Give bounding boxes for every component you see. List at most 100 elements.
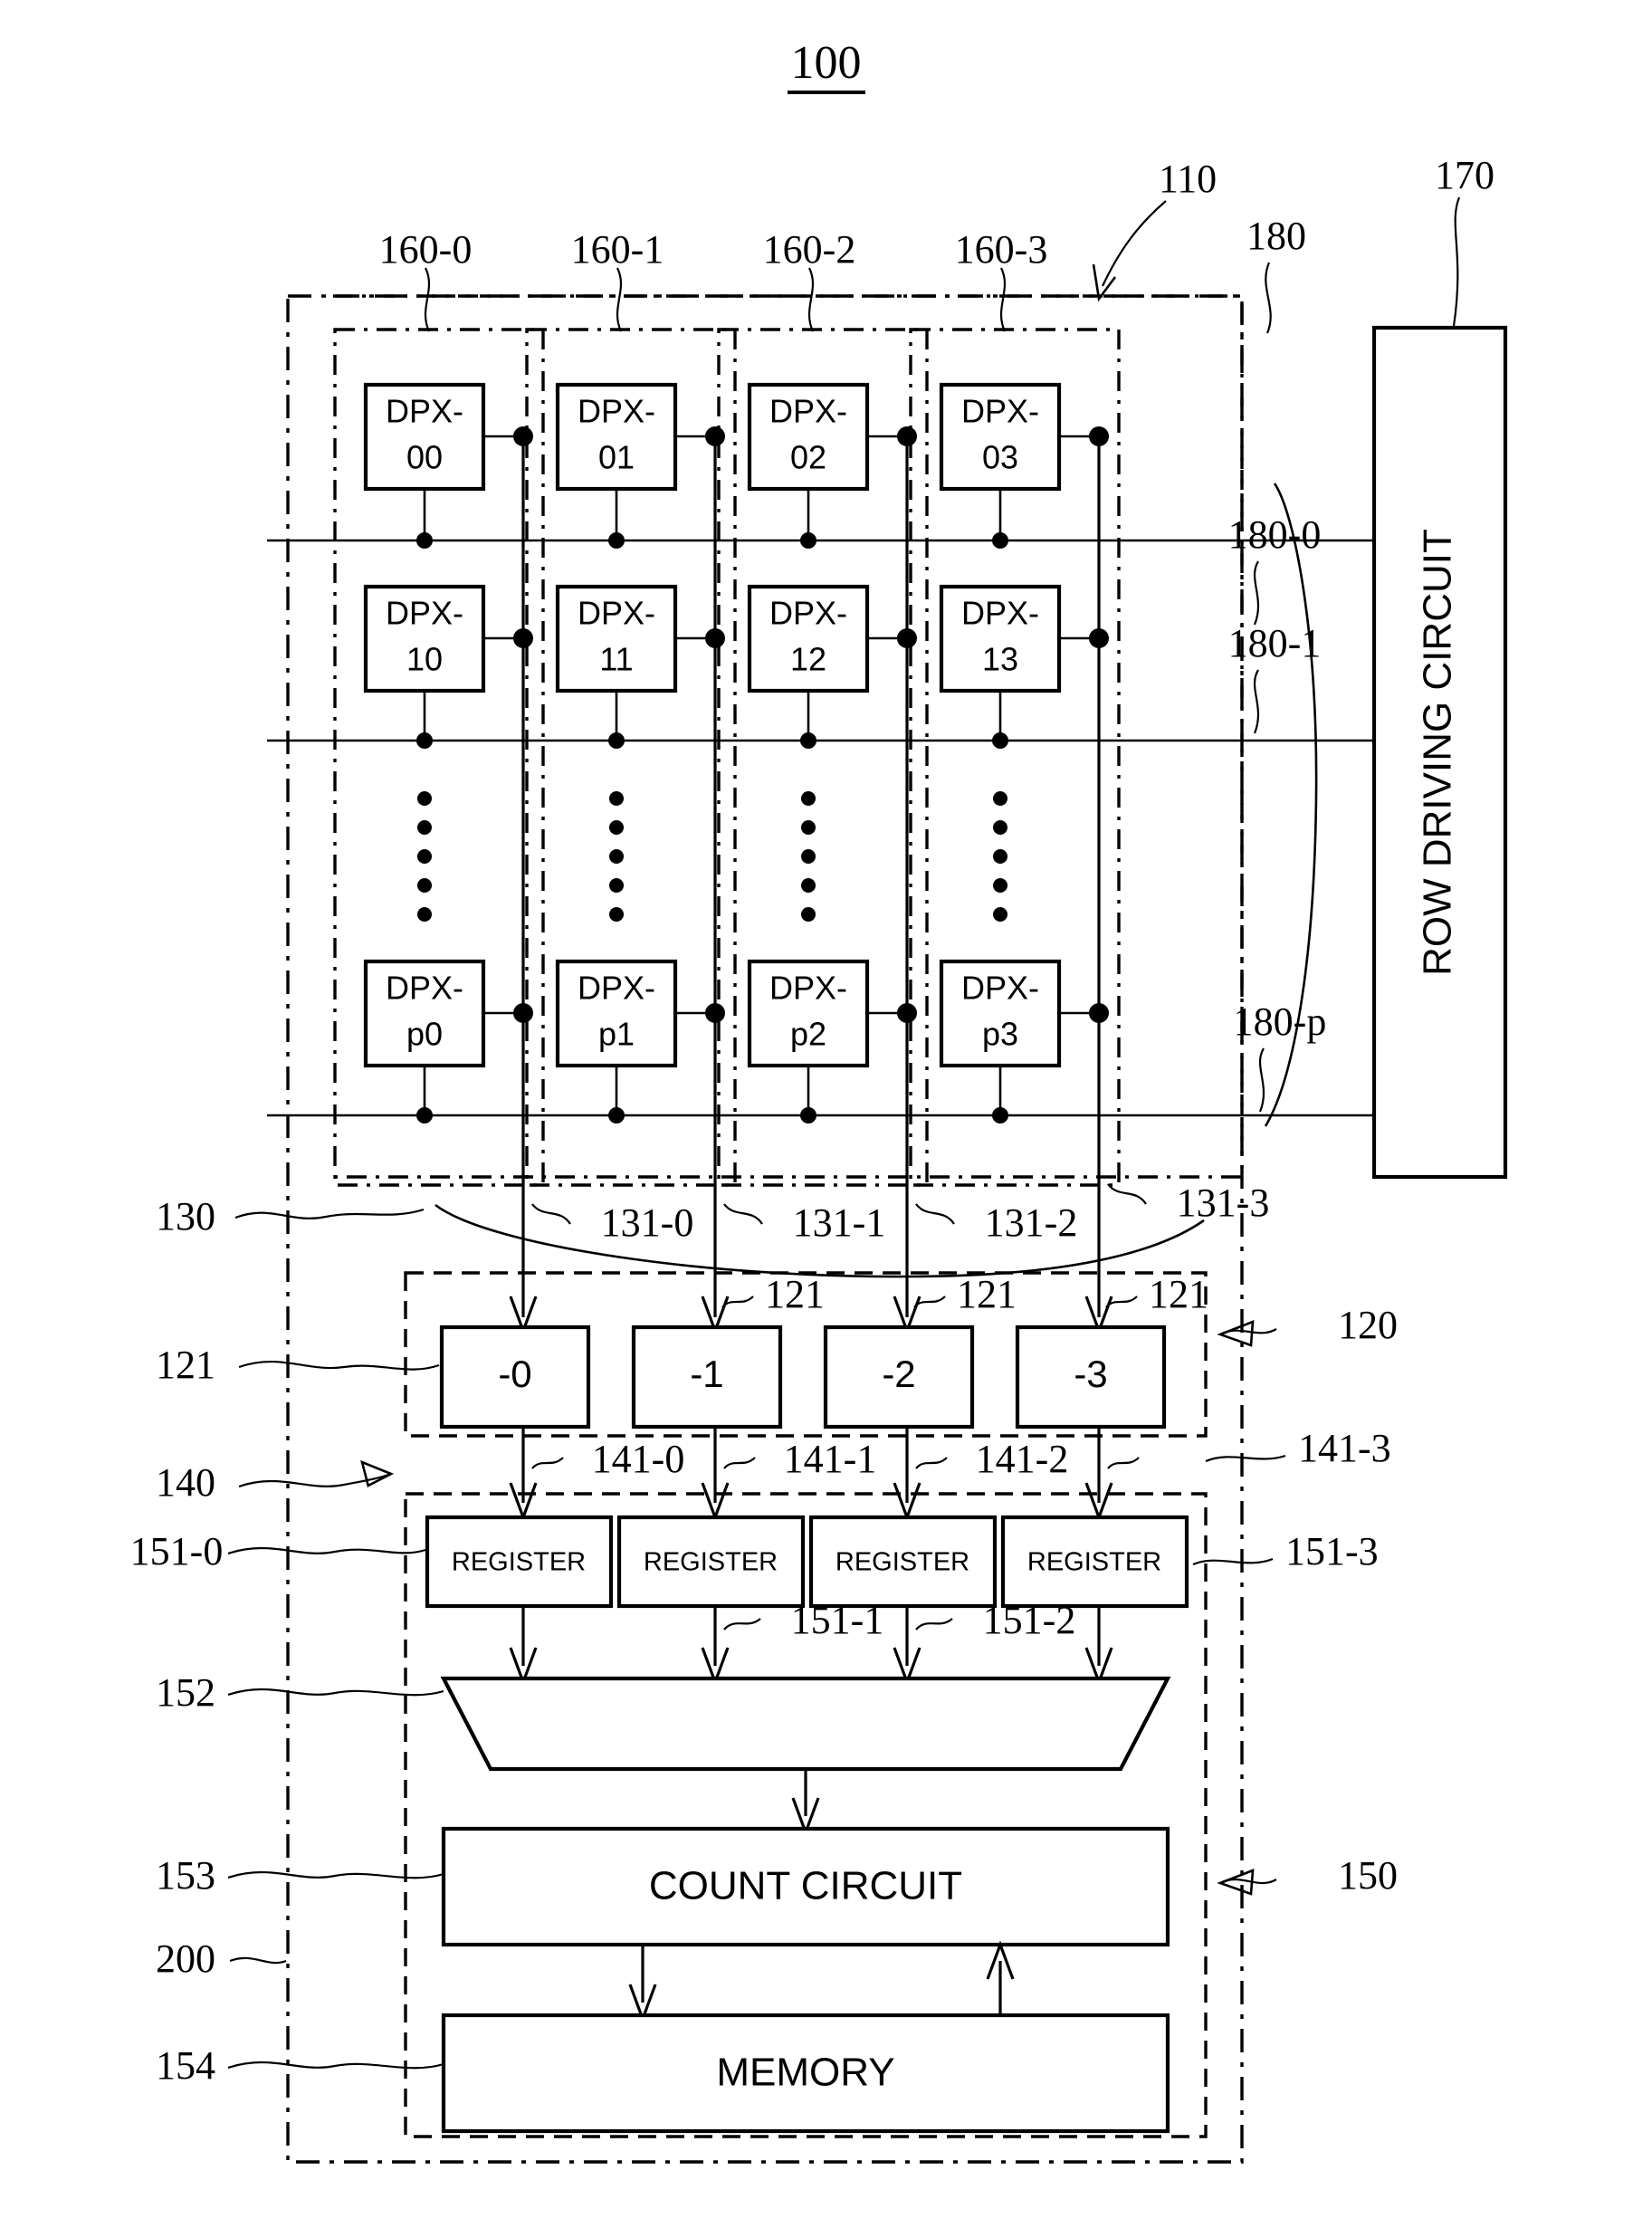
pixel-label-dpx-p0-line1: DPX- (386, 970, 463, 1007)
leader-line-180 (1265, 262, 1272, 334)
leader-arrow-140 (360, 1459, 395, 1487)
pixel-label-dpx-p3-line1: DPX- (961, 970, 1039, 1007)
leader-line-180-p (1258, 1047, 1265, 1113)
leader-arrow-120 (1217, 1320, 1255, 1347)
pixel-label-dpx-10-line2: 10 (406, 641, 443, 678)
register-label-3: REGISTER (1027, 1548, 1161, 1577)
pixel-label-dpx-00-line2: 00 (406, 439, 443, 476)
adc-unit-ref-121-b: 121 (957, 1272, 1017, 1316)
register-label-0: REGISTER (452, 1548, 586, 1577)
adc-output-ref-141-0: 141-0 (592, 1437, 685, 1481)
leader-line-151-2 (915, 1618, 953, 1630)
pixel-label-dpx-03-line1: DPX- (961, 393, 1039, 430)
pixel-label-dpx-13-line1: DPX- (961, 595, 1039, 632)
row-line-ref-180-0: 180-0 (1228, 512, 1322, 557)
register-ref-151-2: 151-2 (983, 1598, 1076, 1642)
multiplexer-152 (440, 1676, 1171, 1772)
column-group-label-160-2: 160-2 (763, 227, 856, 272)
adc-unit-label-0: -0 (498, 1353, 531, 1395)
adc-unit-ref-121-a: 121 (765, 1272, 825, 1316)
vertical-line-ref-131-1: 131-1 (793, 1200, 886, 1245)
pixel-label-dpx-03-line2: 03 (982, 439, 1018, 476)
column-group-label-160-1: 160-1 (571, 227, 664, 272)
row-driving-circuit-ref-170: 170 (1435, 153, 1494, 197)
vertical-ellipsis-col-0 (417, 791, 432, 922)
leader-lines-160 (425, 267, 1007, 332)
pixel-label-dpx-11-line2: 11 (599, 641, 633, 678)
pixel-label-dpx-00-line1: DPX- (386, 393, 463, 430)
pixel-label-dpx-01-line2: 01 (598, 439, 635, 476)
adc-unit-label-3: -3 (1074, 1353, 1107, 1395)
vertical-ellipsis-col-3 (993, 791, 1007, 922)
adc-units (439, 1324, 1167, 1430)
row-line-ref-180-p: 180-p (1234, 999, 1327, 1044)
adc-unit-label-2: -2 (882, 1353, 915, 1395)
leader-line-152 (227, 1688, 444, 1697)
vertical-bundle-ref-130: 130 (156, 1194, 215, 1238)
leader-line-110 (1102, 200, 1167, 287)
register-ref-151-0: 151-0 (130, 1529, 224, 1573)
pixel-label-dpx-p3-line2: p3 (982, 1016, 1018, 1053)
adc-output-ref-141-1: 141-1 (784, 1437, 877, 1481)
row-line-ref-180-1: 180-1 (1228, 621, 1322, 665)
count-circuit-ref-153: 153 (156, 1853, 215, 1898)
register-label-1: REGISTER (644, 1548, 778, 1577)
pixel-label-dpx-11-line1: DPX- (578, 595, 655, 632)
pixel-label-dpx-13-line2: 13 (982, 641, 1018, 678)
multiplexer-ref-152: 152 (156, 1670, 215, 1715)
leader-line-141-3 (1205, 1454, 1286, 1463)
pixel-label-dpx-01-line1: DPX- (578, 393, 655, 430)
adc-output-ref-141-3: 141-3 (1298, 1426, 1391, 1470)
adc-unit-ref-121-left: 121 (156, 1343, 215, 1387)
vertical-ellipsis-col-1 (609, 791, 624, 922)
patent-figure: 100 160-0 160-1 160-2 160-3 110 170 180 … (0, 0, 1652, 2228)
leader-line-154 (227, 2061, 444, 2070)
adc-unit-label-1: -1 (690, 1353, 723, 1395)
count-circuit-label: COUNT CIRCUIT (649, 1864, 962, 1908)
row-bundle-ref-180: 180 (1246, 214, 1306, 258)
leader-line-200 (229, 1956, 287, 1965)
column-group-label-160-0: 160-0 (379, 227, 473, 272)
adc-block-ref-120: 120 (1338, 1303, 1398, 1347)
pixel-label-dpx-p1-line1: DPX- (578, 970, 655, 1007)
vertical-line-ref-131-2: 131-2 (985, 1200, 1078, 1245)
vertical-line-ref-131-3: 131-3 (1177, 1181, 1270, 1225)
register-ref-151-1: 151-1 (791, 1598, 884, 1642)
vertical-signal-lines (483, 426, 1113, 1335)
pixel-row-connections (416, 489, 1008, 1124)
leader-line-180-1 (1253, 669, 1259, 734)
leader-arrow-150 (1217, 1869, 1255, 1896)
signal-processing-ref-150: 150 (1338, 1853, 1398, 1898)
count-memory-links (628, 1940, 1015, 2023)
adc-output-ref-141-2: 141-2 (976, 1437, 1069, 1481)
leader-line-151-0 (227, 1546, 426, 1555)
pixel-label-dpx-p1-line2: p1 (598, 1016, 635, 1053)
leader-line-121-left (238, 1360, 440, 1371)
pixel-array-ref-110: 110 (1159, 157, 1217, 201)
pixel-label-dpx-p2-line2: p2 (790, 1016, 826, 1053)
figure-canvas: 160-0 160-1 160-2 160-3 110 170 180 180-… (130, 153, 1508, 2164)
chip-ref-200: 200 (156, 1936, 215, 1981)
pixel-label-dpx-10-line1: DPX- (386, 595, 463, 632)
row-driving-circuit-label: ROW DRIVING CIRCUIT (1416, 529, 1460, 976)
pixel-label-dpx-p2-line1: DPX- (769, 970, 847, 1007)
leader-line-153 (227, 1870, 444, 1879)
vertical-line-ref-131-0: 131-0 (601, 1200, 694, 1245)
leader-line-180-0 (1253, 560, 1259, 626)
memory-label: MEMORY (716, 2051, 894, 2095)
leader-line-170 (1452, 196, 1461, 327)
adc-unit-ref-121-c: 121 (1149, 1272, 1208, 1316)
pixel-label-dpx-12-line1: DPX- (769, 595, 847, 632)
leader-line-130 (234, 1208, 425, 1219)
pixel-label-dpx-12-line2: 12 (790, 641, 826, 678)
register-ref-151-3: 151-3 (1285, 1529, 1379, 1573)
vertical-ellipsis-group (417, 791, 1007, 922)
pixel-label-dpx-02-line2: 02 (790, 439, 826, 476)
register-label-2: REGISTER (836, 1548, 969, 1577)
pixel-label-dpx-02-line1: DPX- (769, 393, 847, 430)
leader-line-151-1 (723, 1618, 761, 1630)
vertical-ellipsis-col-2 (801, 791, 816, 922)
memory-ref-154: 154 (156, 2043, 215, 2088)
pixel-label-dpx-p0-line2: p0 (406, 1016, 443, 1053)
column-group-label-160-3: 160-3 (955, 227, 1048, 272)
